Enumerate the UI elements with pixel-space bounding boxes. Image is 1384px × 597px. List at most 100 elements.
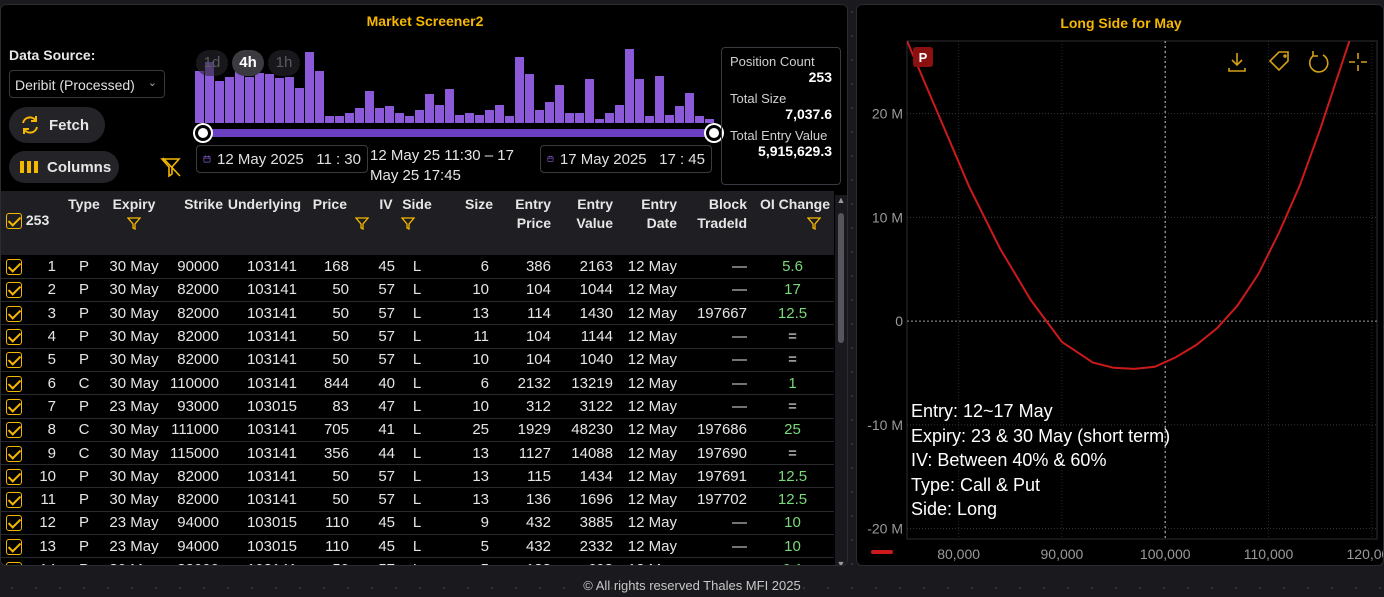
filter-icon[interactable] — [127, 216, 141, 230]
clear-filter-icon[interactable] — [159, 155, 183, 184]
header-underlying[interactable]: Underlying — [223, 191, 301, 255]
filter-icon[interactable] — [355, 216, 369, 230]
row-checkbox[interactable] — [6, 468, 22, 485]
scroll-down-icon[interactable]: ▼ — [836, 559, 846, 565]
range-start-handle[interactable] — [195, 125, 211, 141]
row-checkbox[interactable] — [6, 258, 22, 275]
table-row[interactable]: 1 P 30 May 90000 103141 168 45 L 6 386 2163 12 May —… — [1, 255, 834, 279]
table-scrollbar[interactable]: ▲ ▼ — [835, 195, 847, 565]
row-select-cell[interactable]: 3 — [1, 301, 63, 326]
table-row[interactable]: 4 P 30 May 82000 103141 50 57 L 11 104 1144 12 May —… — [1, 324, 834, 349]
row-checkbox[interactable] — [6, 282, 22, 299]
end-date-picker[interactable]: 17 May 2025 17 : 45 — [540, 145, 712, 173]
row-checkbox[interactable] — [6, 562, 22, 565]
table-cell: 103141 — [223, 255, 301, 279]
histogram-bar — [505, 116, 514, 123]
table-row[interactable]: 7 P 23 May 93000 103015 83 47 L 10 312 3122 12 May —… — [1, 394, 834, 419]
table-cell: 10 — [435, 394, 493, 419]
row-select-cell[interactable]: 4 — [1, 324, 63, 349]
range-end-handle[interactable] — [706, 125, 722, 141]
timeframe-4h[interactable]: 4h — [232, 50, 264, 76]
row-select-cell[interactable]: 2 — [1, 278, 63, 303]
header-entry-value[interactable]: Entry Value — [555, 191, 617, 255]
row-select-cell[interactable]: 13 — [1, 534, 63, 559]
table-cell: L — [399, 557, 435, 565]
table-row[interactable]: 13 P 23 May 94000 103015 110 45 L 5 432 2332 12 May… — [1, 534, 834, 559]
header-strike[interactable]: Strike — [163, 191, 223, 255]
histogram-bar — [545, 101, 554, 123]
row-checkbox[interactable] — [6, 538, 22, 555]
table-row[interactable]: 11 P 30 May 82000 103141 50 57 L 13 136 1696 12 May… — [1, 487, 834, 512]
histogram-bar — [465, 112, 474, 123]
table-row[interactable]: 10 P 30 May 82000 103141 50 57 L 13 115 1434 12 May… — [1, 464, 834, 489]
header-oi-change[interactable]: OI Change — [751, 191, 834, 255]
header-block-tradeid[interactable]: Block TradeId — [681, 191, 751, 255]
table-row[interactable]: 3 P 30 May 82000 103141 50 57 L 13 114 1430 12 May 1… — [1, 301, 834, 326]
table-cell: L — [399, 487, 435, 512]
row-select-cell[interactable]: 8 — [1, 418, 63, 442]
header-expiry[interactable]: Expiry — [105, 191, 163, 255]
row-select-cell[interactable]: 1 — [1, 255, 63, 279]
timeframe-1d[interactable]: 1d — [196, 50, 228, 76]
row-checkbox[interactable] — [6, 329, 22, 346]
header-side[interactable]: Side — [399, 191, 435, 255]
histogram-bar — [235, 70, 244, 123]
legend-series-marker[interactable] — [871, 550, 893, 554]
download-icon[interactable] — [1228, 53, 1246, 72]
tag-icon[interactable] — [1268, 51, 1289, 72]
fetch-button[interactable]: Fetch — [9, 107, 105, 143]
row-select-cell[interactable]: 7 — [1, 394, 63, 419]
table-cell: 90000 — [163, 255, 223, 279]
table-row[interactable]: 12 P 23 May 94000 103015 110 45 L 9 432 3885 12 May… — [1, 511, 834, 536]
histogram-bar — [585, 79, 594, 123]
filter-icon[interactable] — [401, 216, 415, 230]
histogram-bar — [325, 116, 334, 123]
header-entry-date[interactable]: Entry Date — [617, 191, 681, 255]
reset-icon[interactable] — [1308, 51, 1329, 73]
table-row[interactable]: 8 C 30 May 111000 103141 705 41 L 25 1929 48230 12 … — [1, 418, 834, 442]
row-select-cell[interactable]: 5 — [1, 348, 63, 372]
row-checkbox[interactable] — [6, 352, 22, 369]
histogram-bar — [375, 107, 384, 123]
scroll-up-icon[interactable]: ▲ — [836, 195, 846, 205]
table-cell: 197691 — [681, 464, 751, 489]
row-index: 3 — [47, 304, 56, 322]
row-checkbox[interactable] — [6, 305, 22, 322]
filter-icon[interactable] — [807, 216, 821, 230]
table-row[interactable]: 14 P30 May820001031415057L513369312 May—6… — [1, 557, 834, 565]
header-type[interactable]: Type — [63, 191, 105, 255]
row-checkbox[interactable] — [6, 445, 22, 462]
row-checkbox[interactable] — [6, 398, 22, 415]
row-checkbox[interactable] — [6, 492, 22, 509]
header-price[interactable]: Price — [301, 191, 353, 255]
table-row[interactable]: 2 P 30 May 82000 103141 50 57 L 10 104 1044 12 May —… — [1, 278, 834, 303]
select-all-checkbox[interactable] — [6, 213, 22, 230]
header-entry-price[interactable]: Entry Price — [493, 191, 555, 255]
header-size[interactable]: Size — [435, 191, 493, 255]
header-iv[interactable]: IV — [353, 191, 399, 255]
row-select-cell[interactable]: 10 — [1, 464, 63, 489]
table-row[interactable]: 9 C 30 May 115000 103141 356 44 L 13 1127 14088 12 … — [1, 441, 834, 466]
row-select-cell[interactable]: 12 — [1, 511, 63, 536]
select-all-header[interactable]: 253 — [1, 191, 63, 255]
table-row[interactable]: 6 C 30 May 110000 103141 844 40 L 6 2132 13219 12 M… — [1, 371, 834, 396]
row-checkbox[interactable] — [6, 422, 22, 439]
columns-button[interactable]: Columns — [9, 151, 119, 183]
data-source-select[interactable]: Deribit (Processed) ⌄ — [9, 70, 165, 98]
table-cell: — — [681, 511, 751, 536]
start-date-picker[interactable]: 12 May 2025 11 : 30 — [196, 145, 368, 173]
y-tick-label: 0 — [895, 313, 903, 329]
crosshair-icon[interactable] — [1349, 53, 1367, 71]
row-checkbox[interactable] — [6, 515, 22, 532]
date-range-slider[interactable] — [203, 129, 713, 137]
row-select-cell[interactable]: 11 — [1, 487, 63, 512]
calendar-icon — [203, 155, 211, 163]
row-select-cell[interactable]: 6 — [1, 371, 63, 396]
row-select-cell[interactable]: 9 — [1, 441, 63, 466]
row-select-cell[interactable]: 14 — [1, 557, 63, 565]
table-row[interactable]: 5 P 30 May 82000 103141 50 57 L 10 104 1040 12 May —… — [1, 348, 834, 372]
scroll-thumb[interactable] — [838, 213, 844, 343]
row-checkbox[interactable] — [6, 375, 22, 392]
stat-value: 7,037.6 — [785, 106, 832, 122]
timeframe-1h[interactable]: 1h — [268, 50, 300, 76]
